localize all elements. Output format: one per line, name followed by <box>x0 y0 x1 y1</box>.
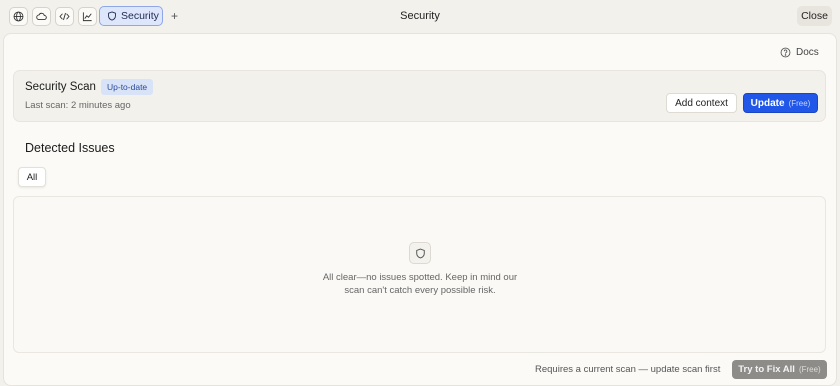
help-circle-icon <box>780 47 791 58</box>
fix-button-sub: (Free) <box>798 365 821 374</box>
scan-title: Security Scan <box>25 81 96 93</box>
filter-all-button[interactable]: All <box>18 167 46 187</box>
shield-icon <box>415 248 425 258</box>
page-title: Security <box>400 10 440 22</box>
close-button[interactable]: Close <box>797 6 832 26</box>
update-button-sub: (Free) <box>788 98 811 108</box>
empty-state-message: All clear—no issues spotted. Keep in min… <box>322 272 518 296</box>
docs-link[interactable]: Docs <box>780 47 819 58</box>
add-context-button[interactable]: Add context <box>666 93 737 113</box>
update-button-label: Update <box>750 97 785 109</box>
detected-issues-heading: Detected Issues <box>25 141 115 155</box>
update-button[interactable]: Update (Free) <box>743 93 818 113</box>
last-scan-text: Last scan: 2 minutes ago <box>25 100 131 111</box>
status-badge: Up-to-date <box>101 79 154 95</box>
empty-state-icon-box <box>409 242 431 264</box>
docs-label: Docs <box>796 47 819 58</box>
footer-note: Requires a current scan — update scan fi… <box>535 364 721 375</box>
top-bar: Security + Security Close <box>0 0 840 33</box>
try-fix-all-button[interactable]: Try to Fix All (Free) <box>732 360 827 379</box>
fix-button-label: Try to Fix All <box>738 364 795 375</box>
